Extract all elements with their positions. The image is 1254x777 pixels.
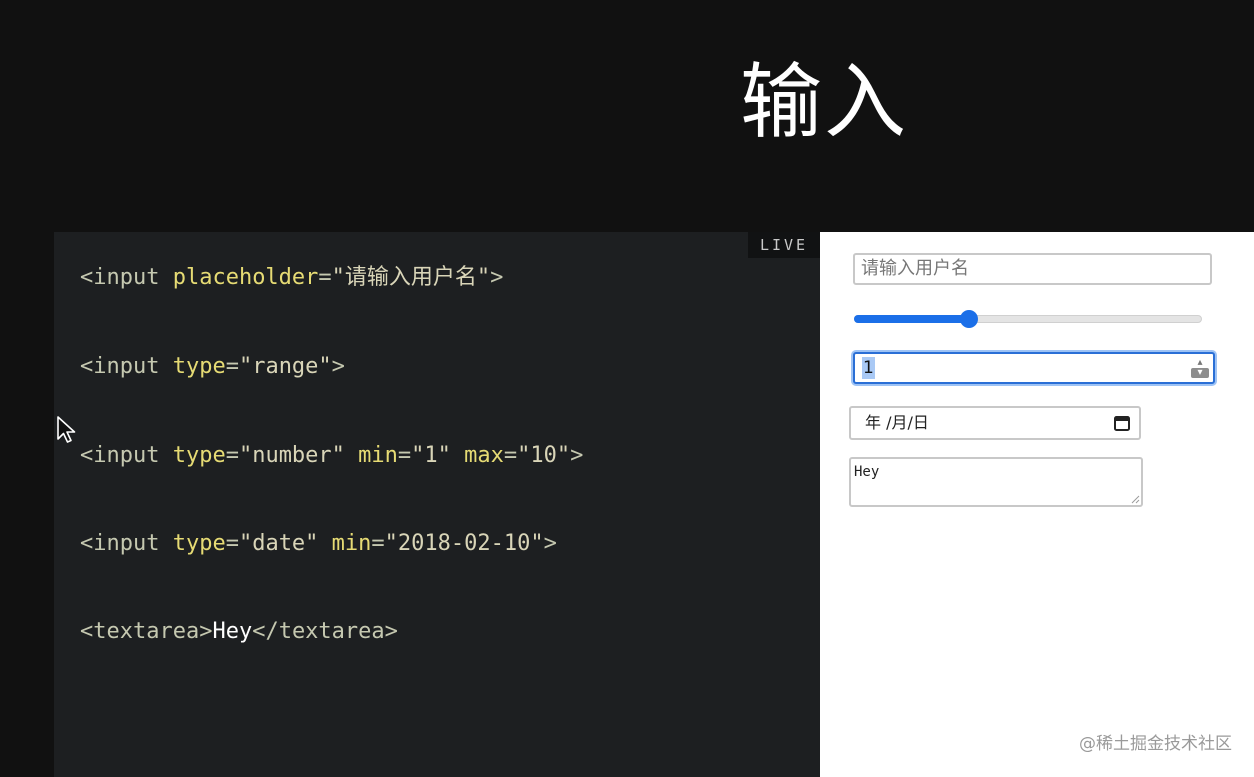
code-token-tag: = (225, 531, 239, 556)
code-token-tag: > (490, 265, 504, 290)
code-token-str: "number" (238, 443, 359, 468)
date-input[interactable]: 年 /月/日 (849, 406, 1141, 440)
number-value: 1 (862, 357, 875, 379)
code-token-str: "range" (238, 354, 332, 379)
date-placeholder: 年 /月/日 (865, 413, 929, 432)
mouse-pointer-icon (57, 416, 76, 443)
stepper-down-icon[interactable]: ▾ (1191, 368, 1209, 378)
code-token-attr: type (172, 443, 226, 468)
code-token-attr: type (172, 354, 226, 379)
code-token-str: "10" (517, 443, 571, 468)
resize-handle-icon[interactable] (1130, 494, 1140, 504)
code-token-tag: <textarea> (80, 619, 213, 644)
range-thumb[interactable] (959, 310, 978, 328)
calendar-icon[interactable] (1113, 414, 1131, 432)
code-token-str: "请输入用户名" (331, 265, 491, 290)
slide-title: 输入 (740, 55, 909, 150)
code-token-tag: > (543, 531, 557, 556)
code-token-str: "1" (411, 443, 465, 468)
code-line-date-input[interactable]: <input type="date" min="2018-02-10"> (80, 529, 557, 559)
code-token-attr: max (464, 443, 504, 468)
textarea-value: Hey (854, 464, 880, 480)
code-token-attr: placeholder (172, 265, 319, 290)
code-token-tag: <input (80, 531, 173, 556)
code-token-tag: > (331, 354, 345, 379)
code-token-tag: </textarea> (252, 619, 398, 644)
slide: 输入 LIVE <input placeholder="请输入用户名"> <in… (0, 0, 1254, 777)
code-line-range-input[interactable]: <input type="range"> (80, 352, 345, 382)
code-token-tag: = (225, 443, 239, 468)
code-line-textarea[interactable]: <textarea>Hey</textarea> (80, 617, 398, 647)
code-token-tag: <input (80, 265, 173, 290)
number-input[interactable]: 1 ▴ ▾ (853, 352, 1215, 384)
watermark: @稀土掘金技术社区 (1079, 734, 1232, 754)
code-token-tag: = (397, 443, 412, 468)
live-badge: LIVE (748, 232, 820, 258)
code-token-tag: = (503, 443, 518, 468)
code-token-str: "date" (238, 531, 332, 556)
code-token-tag: = (225, 354, 239, 379)
code-token-tag: <input (80, 354, 173, 379)
code-token-tag: = (371, 531, 385, 556)
code-token-attr: type (172, 531, 226, 556)
code-line-placeholder-input[interactable]: <input placeholder="请输入用户名"> (80, 263, 503, 293)
code-token-attr: min (331, 531, 372, 556)
range-fill (854, 315, 969, 323)
code-token-attr: min (358, 443, 398, 468)
code-line-number-input[interactable]: <input type="number" min="1" max="10"> (80, 441, 583, 471)
textarea[interactable]: Hey (849, 457, 1143, 507)
live-preview-pane: 请输入用户名 1 ▴ ▾ 年 /月/日 Hey (820, 232, 1254, 777)
range-slider[interactable] (854, 310, 1202, 328)
code-token-tag: <input (80, 443, 173, 468)
code-token-tag: = (318, 265, 332, 290)
code-editor[interactable]: LIVE <input placeholder="请输入用户名"> <input… (54, 232, 820, 777)
number-stepper[interactable]: ▴ ▾ (1191, 358, 1209, 378)
code-token-str: "2018-02-10" (384, 531, 544, 556)
code-token-tag: > (570, 443, 584, 468)
code-token-text: Hey (212, 619, 253, 644)
username-input[interactable]: 请输入用户名 (853, 253, 1212, 285)
